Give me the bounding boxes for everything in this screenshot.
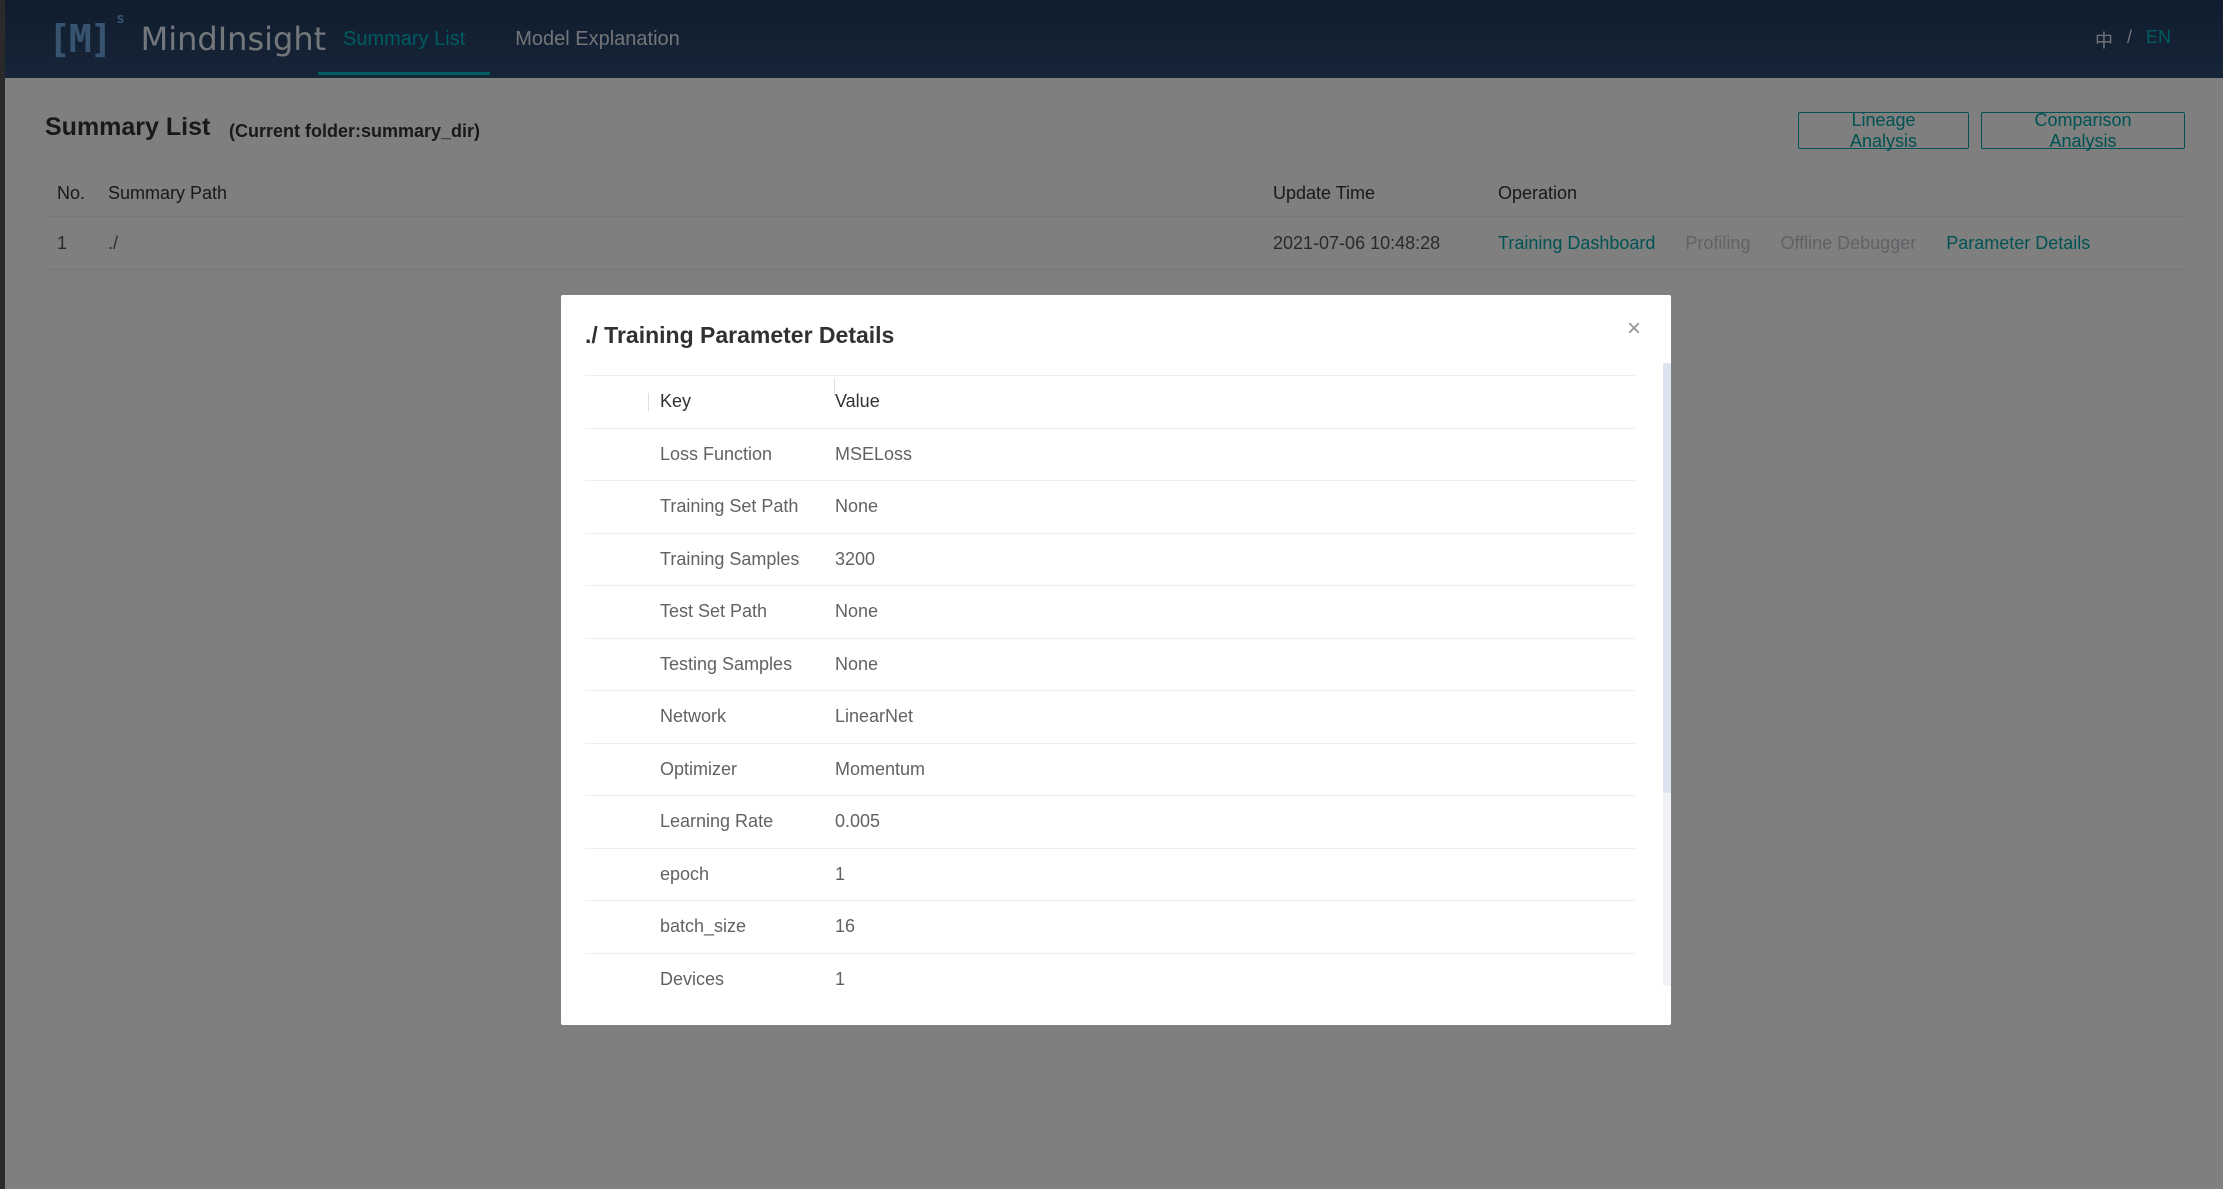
param-key: Network (660, 706, 727, 727)
param-key: Training Samples (660, 548, 800, 569)
param-key: Test Set Path (660, 601, 768, 622)
table-row: Network LinearNet (585, 691, 1635, 744)
close-icon[interactable]: × (1627, 317, 1641, 341)
param-value: Momentum (835, 758, 926, 779)
dialog-scrollbar[interactable] (1663, 363, 1671, 986)
param-value: MSELoss (835, 443, 913, 464)
param-key: Testing Samples (660, 653, 793, 674)
scrollbar-thumb[interactable] (1663, 363, 1671, 793)
app-root: [M]s MindInsight Summary List Model Expl… (5, 0, 2223, 1189)
param-value: None (835, 653, 879, 674)
param-value: 0.005 (835, 811, 881, 832)
parameter-details-dialog: ./ Training Parameter Details × Key Valu… (561, 295, 1671, 1025)
param-key: Loss Function (660, 443, 773, 464)
table-row: epoch 1 (585, 849, 1635, 901)
table-row: Testing Samples None (585, 639, 1635, 691)
param-value: 3200 (835, 548, 876, 569)
table-row: Loss Function MSELoss (585, 429, 1635, 481)
param-key: Learning Rate (660, 811, 774, 832)
table-row: Training Samples 3200 (585, 534, 1635, 586)
table-row: Devices 1 (585, 954, 1635, 987)
param-value: 16 (835, 916, 856, 937)
col-key: Key (585, 391, 835, 412)
param-value: None (835, 601, 879, 622)
param-value: 1 (835, 863, 846, 884)
parameter-table-header: Key Value (585, 376, 1635, 429)
param-key: epoch (660, 863, 710, 884)
param-key: batch_size (660, 916, 747, 937)
col-value: Value (835, 391, 880, 412)
table-row: Test Set Path None (585, 586, 1635, 639)
param-value: 1 (835, 968, 846, 987)
param-key: Optimizer (660, 758, 738, 779)
param-value: None (835, 496, 879, 517)
column-divider (834, 378, 835, 396)
table-row: Optimizer Momentum (585, 744, 1635, 796)
table-row: Training Set Path None (585, 481, 1635, 534)
dialog-title: ./ Training Parameter Details (585, 322, 895, 348)
table-row: batch_size 16 (585, 901, 1635, 954)
table-row: Learning Rate 0.005 (585, 796, 1635, 849)
parameter-table: Key Value Loss Function MSELoss Training… (585, 375, 1635, 987)
param-key: Training Set Path (660, 496, 799, 517)
param-value: LinearNet (835, 706, 914, 727)
param-key: Devices (660, 968, 725, 987)
